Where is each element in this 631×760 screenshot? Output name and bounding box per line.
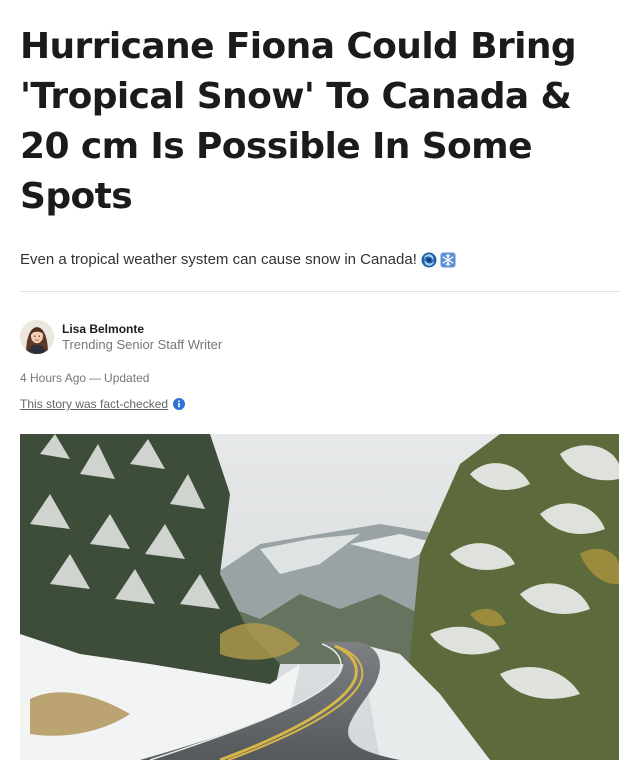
article: Hurricane Fiona Could Bring 'Tropical Sn… [20,0,620,411]
snowflake-icon [440,252,456,268]
author-name[interactable]: Lisa Belmonte [62,322,222,337]
author-meta: Lisa Belmonte Trending Senior Staff Writ… [62,322,222,353]
author-role: Trending Senior Staff Writer [62,336,223,352]
dek-emojis [421,252,456,268]
dek-text: Even a tropical weather system can cause… [20,251,417,268]
updated-label: Updated [104,371,150,385]
dek: Even a tropical weather system can cause… [20,249,620,271]
timestamp: 4 Hours Ago — Updated [20,371,620,385]
timestamp-separator: — [89,371,102,385]
divider [20,291,620,292]
cyclone-icon [421,252,437,268]
fact-check-link[interactable]: This story was fact-checked [20,397,168,411]
hero-image [20,434,619,760]
info-icon[interactable] [173,398,186,410]
avatar[interactable] [20,320,54,354]
fact-check: This story was fact-checked [20,397,620,411]
published-time: 4 Hours Ago [20,371,87,385]
byline: Lisa Belmonte Trending Senior Staff Writ… [20,320,620,354]
headline: Hurricane Fiona Could Bring 'Tropical Sn… [20,26,577,217]
